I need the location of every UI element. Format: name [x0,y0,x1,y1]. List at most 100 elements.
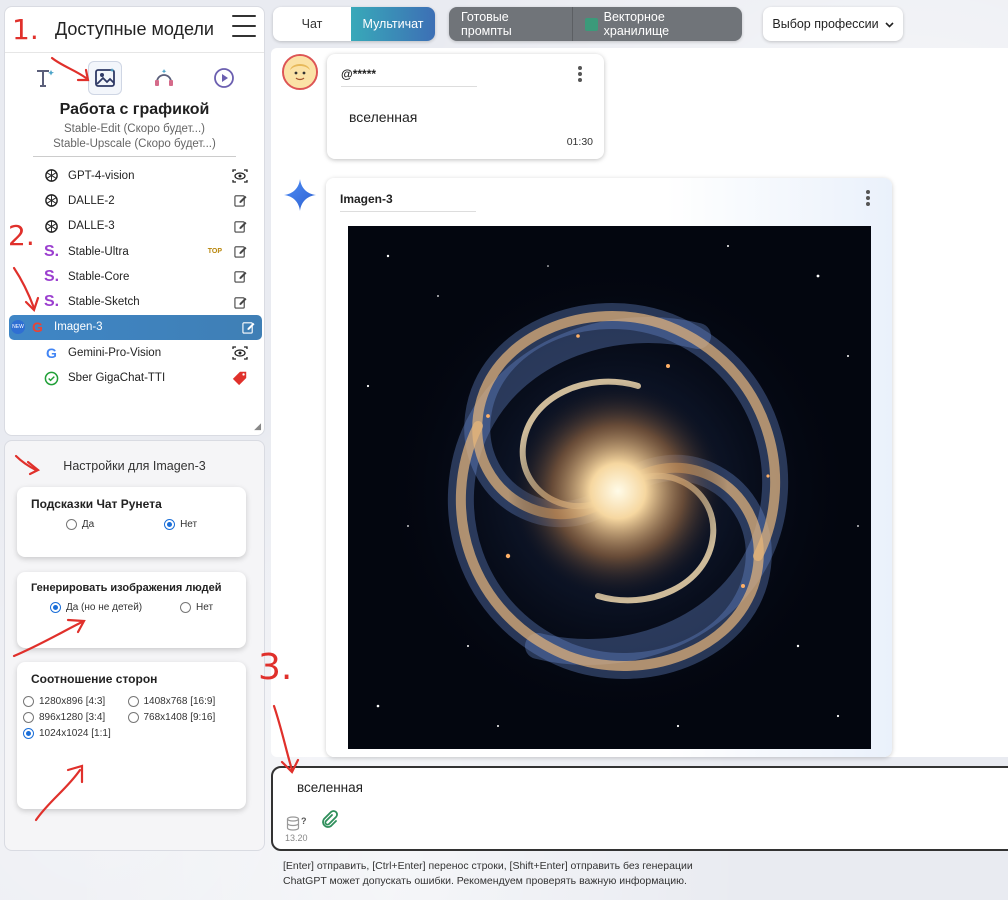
vector-store-button[interactable]: Векторное хранилище [573,7,742,41]
database-tool[interactable]: ? 13.20 [285,816,308,843]
model-item-stable-sketch[interactable]: S. Stable-Sketch [15,289,254,314]
openai-icon [43,218,60,235]
eye-icon[interactable] [232,168,248,184]
model-item-dalle-2[interactable]: DALLE-2 [15,188,254,213]
paperclip-icon[interactable] [320,810,338,833]
radio-dot[interactable] [164,519,176,530]
radio-dot[interactable] [23,712,34,723]
radio-label: 1280x896 [4:3] [39,696,106,707]
edit-icon[interactable] [232,269,248,285]
stability-icon: S. [43,242,60,260]
tab-multichat[interactable]: Мультичат [351,7,435,41]
model-item-stable-core[interactable]: S. Stable-Core [15,264,254,289]
settings-title: Настройки для Imagen-3 [63,459,206,473]
radio-label: Нет [180,519,198,530]
profession-label: Выбор профессии [772,17,879,31]
more-options-icon[interactable] [866,190,870,206]
ratio-title: Соотношение сторон [31,672,158,686]
ratio-option-1-1[interactable]: 1024x1024 [1:1] [23,728,128,739]
people-yes-radio[interactable]: Да (но не детей) [49,602,142,613]
resize-handle[interactable]: ◢ [254,421,261,432]
edit-icon[interactable] [232,218,248,234]
more-options-icon[interactable] [578,66,582,82]
radio-label: 896x1280 [3:4] [39,712,106,723]
message-time: 01:30 [566,136,593,148]
openai-icon [43,192,60,209]
section-title: Работа с графикой [59,101,210,118]
user-message: @***** вселенная 01:30 [327,54,604,159]
ai-model-name: Imagen-3 [340,192,393,206]
price-tag-icon[interactable] [232,370,248,386]
gemini-sparkle-icon [283,178,317,212]
image-icon[interactable] [87,61,122,95]
people-no-radio[interactable]: Нет [180,602,213,613]
people-card: Генерировать изображения людей Да (но не… [17,572,246,648]
database-badge: ? [301,816,307,826]
input-value[interactable]: вселенная [297,780,363,795]
divider [341,86,477,87]
hints-yes-radio[interactable]: Да [65,519,94,530]
menu-icon[interactable] [232,15,256,37]
eye-icon[interactable] [232,345,248,361]
model-item-dalle-3[interactable]: DALLE-3 [15,214,254,239]
model-item-gemini-pro-vision[interactable]: G Gemini-Pro-Vision [15,340,254,365]
hints-no-radio[interactable]: Нет [164,519,197,530]
message-input[interactable]: вселенная ? 13.20 [271,766,1008,851]
avatar[interactable] [282,54,318,90]
edit-icon[interactable] [232,244,248,260]
radio-dot[interactable] [23,728,34,739]
audio-icon[interactable] [147,61,181,95]
radio-label: Нет [196,602,214,613]
radio-dot[interactable] [180,602,192,613]
video-icon[interactable] [207,61,241,95]
radio-dot[interactable] [49,602,61,613]
new-badge: NEW [11,319,25,334]
model-item-imagen-3[interactable]: NEW G Imagen-3 [9,314,262,341]
model-item-gpt-4-vision[interactable]: GPT-4-vision [15,163,254,188]
generated-galaxy-image[interactable] [348,226,871,749]
model-label: Sber GigaChat-TTI [68,372,166,385]
edit-icon[interactable] [232,193,248,209]
model-label: DALLE-2 [68,194,115,207]
profession-dropdown[interactable]: Выбор профессии [763,7,903,41]
coming-soon-item: Stable-Upscale (Скоро будет...) [53,138,216,150]
model-label: Stable-Core [68,270,130,283]
models-sidebar: Доступные модели Работа с графикой Stabl… [4,6,265,436]
disclaimer: ChatGPT может допускать ошибки. Рекоменд… [283,875,687,887]
model-label: DALLE-3 [68,220,115,233]
hints-options: Да Нет [31,519,232,530]
input-toolbar: ? 13.20 [285,810,338,843]
edit-icon[interactable] [240,319,256,335]
hints-title: Подсказки Чат Рунета [31,497,162,511]
text-icon[interactable] [28,61,62,95]
edit-icon[interactable] [232,294,248,310]
annotation-3: 3. [258,647,293,688]
ai-message: Imagen-3 [326,178,892,757]
model-item-sber-gigachat-tti[interactable]: Sber GigaChat-TTI [15,365,254,390]
stability-icon: S. [43,293,60,311]
keyboard-hint: [Enter] отправить, [Ctrl+Enter] перенос … [283,860,693,872]
radio-dot[interactable] [65,519,77,530]
checkbox-icon[interactable] [585,17,598,31]
model-item-stable-ultra[interactable]: S. Stable-Ultra TOP [15,239,254,264]
ratio-option-16-9[interactable]: 1408x768 [16:9] [127,696,233,707]
openai-icon [43,167,60,184]
model-label: GPT-4-vision [68,169,135,182]
divider [33,156,236,157]
chat-area: @***** вселенная 01:30 Imagen-3 [271,48,1008,757]
ratio-option-3-4[interactable]: 896x1280 [3:4] [23,712,128,723]
radio-label: 768x1408 [9:16] [143,712,216,723]
prompts-button[interactable]: Готовые промпты [449,7,573,41]
radio-dot[interactable] [127,696,139,707]
radio-dot[interactable] [23,696,34,707]
ratio-card: Соотношение сторон 1280x896 [4:3] 1408x7… [17,662,246,809]
ratio-option-9-16[interactable]: 768x1408 [9:16] [127,712,233,723]
tab-chat[interactable]: Чат [273,7,351,41]
settings-panel: Настройки для Imagen-3 Подсказки Чат Рун… [4,440,265,851]
database-icon[interactable] [286,816,300,833]
sidebar-title: Доступные модели [55,19,214,39]
ratio-options: 1280x896 [4:3] 1408x768 [16:9] 896x1280 … [23,696,232,739]
ratio-option-4-3[interactable]: 1280x896 [4:3] [23,696,128,707]
radio-dot[interactable] [127,712,139,723]
model-label: Stable-Sketch [68,296,140,309]
